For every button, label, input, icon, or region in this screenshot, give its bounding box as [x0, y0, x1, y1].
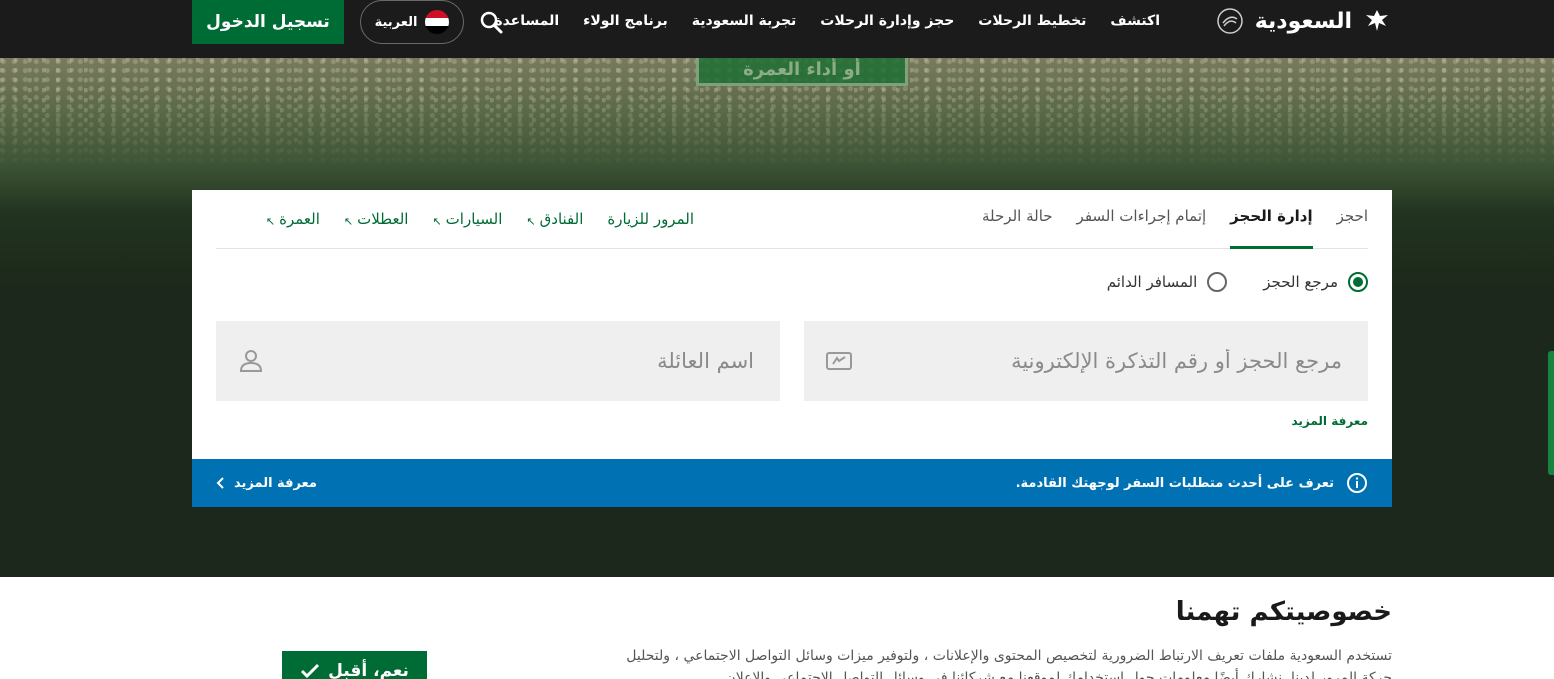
link-label: العمرة: [279, 210, 320, 228]
link-label: المرور للزيارة: [607, 210, 694, 228]
external-link-arrow-icon: ↖: [343, 215, 354, 228]
hero-banner: أو أداء العمرة: [696, 58, 908, 86]
cookie-text: تستخدم السعودية ملفات تعريف الارتباط الض…: [626, 648, 1392, 679]
link-label: معرفة المزيد: [234, 475, 317, 491]
nav-explore[interactable]: اكتشف: [1110, 13, 1160, 29]
skyteam-icon: [1216, 8, 1243, 34]
login-button[interactable]: تسجيل الدخول: [192, 0, 344, 44]
external-link-arrow-icon: ↖: [526, 215, 536, 228]
accept-label: نعم، أقبل: [328, 661, 409, 679]
tab-check-in[interactable]: إتمام إجراءات السفر: [1077, 190, 1207, 249]
feedback-side-tab[interactable]: [1548, 351, 1554, 475]
search-type-radios: مرجع الحجز المسافر الدائم: [1107, 272, 1368, 292]
last-name-input[interactable]: [266, 321, 780, 401]
saudia-logo[interactable]: السعودية: [1215, 0, 1392, 42]
checkmark-icon: [301, 663, 320, 679]
link-visit-transit[interactable]: المرور للزيارة: [607, 190, 694, 249]
accept-cookies-button[interactable]: نعم، أقبل: [282, 651, 427, 679]
external-link-arrow-icon: ↖: [265, 215, 276, 228]
external-link-arrow-icon: ↖: [432, 215, 442, 228]
link-label: العطلات: [357, 210, 409, 228]
nav-loyalty[interactable]: برنامج الولاء: [583, 13, 668, 29]
user-icon: [239, 350, 263, 372]
nav-plan-trips[interactable]: تخطيط الرحلات: [978, 13, 1086, 29]
booking-tabs: احجز إدارة الحجز إتمام إجراءات السفر حال…: [216, 190, 1368, 249]
search-icon[interactable]: [478, 9, 504, 35]
nav-book-manage[interactable]: حجز وإدارة الرحلات: [820, 13, 954, 29]
radio-checked-icon: [1348, 272, 1368, 292]
top-navigation-bar: السعودية اكتشف تخطيط الرحلات حجز وإدارة …: [0, 0, 1554, 58]
link-umrah[interactable]: العمرة ↖: [266, 190, 320, 249]
last-name-field: [216, 321, 780, 401]
nav-help[interactable]: المساعدة: [494, 13, 559, 29]
link-holidays[interactable]: العطلات ↖: [344, 190, 409, 249]
palm-swords-emblem-icon: [1366, 10, 1388, 31]
link-label: الفنادق: [539, 210, 584, 228]
booking-reference-input[interactable]: [854, 321, 1368, 401]
booking-reference-field: [804, 321, 1368, 401]
link-label: السيارات: [445, 210, 503, 228]
nav-saudia-experience[interactable]: تجربة السعودية: [692, 13, 797, 29]
radio-unchecked-icon: [1207, 272, 1228, 292]
tab-manage-booking[interactable]: إدارة الحجز: [1230, 190, 1313, 249]
radio-label: المسافر الدائم: [1106, 273, 1198, 291]
radio-booking-reference[interactable]: مرجع الحجز: [1263, 272, 1368, 292]
egypt-flag-icon: [425, 10, 450, 34]
brand-wordmark: السعودية: [1254, 8, 1352, 34]
language-selector[interactable]: العربية: [360, 0, 464, 44]
travel-requirements-text: تعرف على أحدث متطلبات السفر لوجهتك القاد…: [1015, 475, 1334, 491]
radio-label: مرجع الحجز: [1263, 273, 1338, 291]
language-label: العربية: [374, 14, 418, 30]
cookie-consent-panel: خصوصيتكم تهمنا تستخدم السعودية ملفات تعر…: [0, 577, 1554, 679]
main-nav: اكتشف تخطيط الرحلات حجز وإدارة الرحلات ت…: [494, 0, 1160, 42]
tab-flight-status[interactable]: حالة الرحلة: [982, 190, 1053, 249]
chevron-left-icon: [216, 477, 224, 489]
link-cars[interactable]: السيارات ↖: [432, 190, 502, 249]
radio-frequent-flyer[interactable]: المسافر الدائم: [1107, 272, 1228, 292]
link-hotels[interactable]: الفنادق ↖: [526, 190, 583, 249]
info-icon: [1347, 473, 1367, 493]
cookie-title: خصوصيتكم تهمنا: [1175, 597, 1392, 627]
tab-book[interactable]: احجز: [1337, 190, 1368, 249]
travel-requirements-bar: تعرف على أحدث متطلبات السفر لوجهتك القاد…: [192, 459, 1392, 507]
learn-more-link[interactable]: معرفة المزيد: [1291, 414, 1368, 428]
travel-requirements-link[interactable]: معرفة المزيد: [216, 476, 317, 491]
manage-booking-card: احجز إدارة الحجز إتمام إجراءات السفر حال…: [192, 190, 1392, 507]
ticket-icon: [826, 352, 852, 370]
